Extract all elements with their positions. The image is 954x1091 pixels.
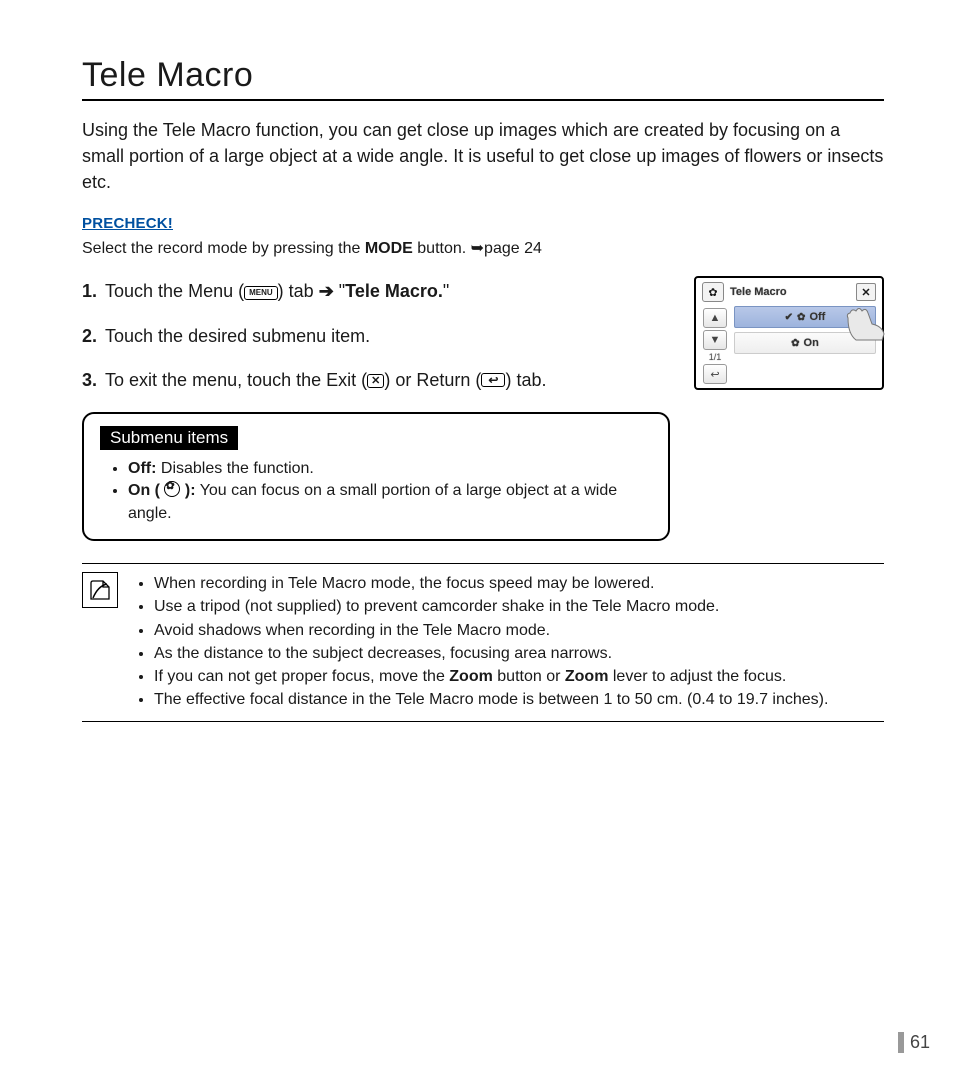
return-badge-icon: ↩ — [481, 373, 505, 387]
precheck-instruction: Select the record mode by pressing the M… — [82, 238, 884, 258]
touch-hand-icon — [842, 304, 888, 342]
step-3: 3.To exit the menu, touch the Exit (✕) o… — [82, 365, 670, 396]
submenu-heading: Submenu items — [100, 426, 238, 450]
menu-badge-icon: MENU — [244, 286, 278, 300]
note-item: When recording in Tele Macro mode, the f… — [154, 572, 828, 595]
note-icon — [82, 572, 118, 608]
device-down-button[interactable]: ▼ — [703, 330, 727, 350]
device-title: Tele Macro — [730, 286, 850, 298]
device-close-button[interactable]: ✕ — [856, 283, 876, 301]
submenu-box: Submenu items Off: Disables the function… — [82, 412, 670, 541]
page-number: 61 — [898, 1032, 930, 1053]
precheck-label: PRECHECK! — [82, 215, 884, 232]
device-flower-icon: ✿ — [702, 282, 724, 302]
step-2: 2.Touch the desired submenu item. — [82, 321, 670, 352]
note-item: The effective focal distance in the Tele… — [154, 688, 828, 711]
exit-badge-icon: ✕ — [367, 374, 384, 388]
submenu-off: Off: Disables the function. — [128, 458, 652, 480]
submenu-on: On ( ): You can focus on a small portion… — [128, 480, 652, 525]
page-title: Tele Macro — [82, 56, 884, 101]
note-item: As the distance to the subject decreases… — [154, 642, 828, 665]
device-up-button[interactable]: ▲ — [703, 308, 727, 328]
step-1: 1.Touch the Menu (MENU) tab ➔ "Tele Macr… — [82, 276, 670, 307]
device-screenshot: ✿ Tele Macro ✕ ▲ ▼ 1/1 ↩ ✔✿Off ✿On — [694, 276, 884, 390]
flower-icon — [164, 481, 180, 497]
intro-paragraph: Using the Tele Macro function, you can g… — [82, 117, 884, 195]
notes-block: When recording in Tele Macro mode, the f… — [82, 563, 884, 722]
note-item: Use a tripod (not supplied) to prevent c… — [154, 595, 828, 618]
device-return-button[interactable]: ↩ — [703, 364, 727, 384]
note-item: If you can not get proper focus, move th… — [154, 665, 828, 688]
device-page-indicator: 1/1 — [709, 352, 722, 362]
note-item: Avoid shadows when recording in the Tele… — [154, 619, 828, 642]
